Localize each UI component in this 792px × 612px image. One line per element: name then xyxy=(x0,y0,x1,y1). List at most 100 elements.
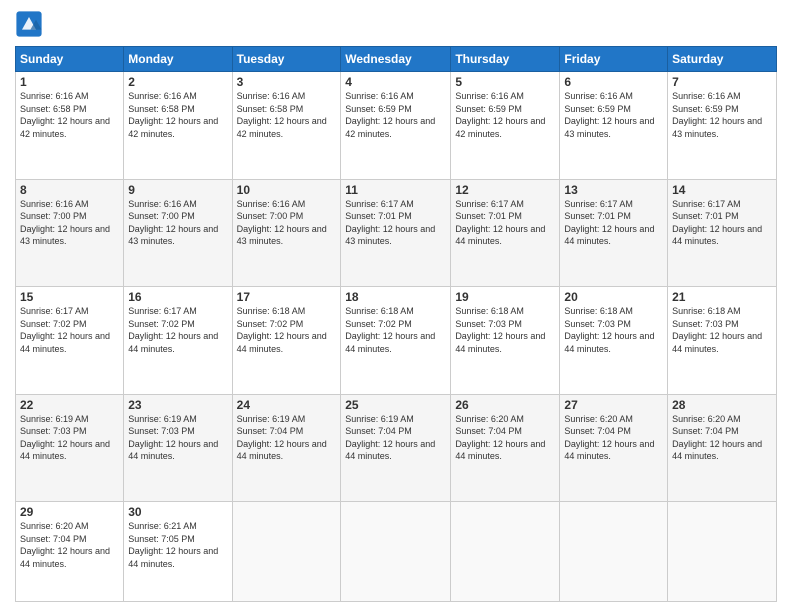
day-number: 25 xyxy=(345,398,446,412)
logo xyxy=(15,10,45,38)
day-number: 4 xyxy=(345,75,446,89)
day-info: Sunrise: 6:16 AMSunset: 6:58 PMDaylight:… xyxy=(128,91,218,139)
day-info: Sunrise: 6:20 AMSunset: 7:04 PMDaylight:… xyxy=(455,414,545,462)
day-cell: 20 Sunrise: 6:18 AMSunset: 7:03 PMDaylig… xyxy=(560,287,668,395)
day-info: Sunrise: 6:16 AMSunset: 7:00 PMDaylight:… xyxy=(237,199,327,247)
day-cell xyxy=(232,502,341,602)
day-info: Sunrise: 6:19 AMSunset: 7:04 PMDaylight:… xyxy=(345,414,435,462)
day-info: Sunrise: 6:17 AMSunset: 7:02 PMDaylight:… xyxy=(128,306,218,354)
day-cell: 29 Sunrise: 6:20 AMSunset: 7:04 PMDaylig… xyxy=(16,502,124,602)
day-cell: 25 Sunrise: 6:19 AMSunset: 7:04 PMDaylig… xyxy=(341,394,451,502)
day-number: 16 xyxy=(128,290,227,304)
day-number: 2 xyxy=(128,75,227,89)
header xyxy=(15,10,777,38)
day-number: 20 xyxy=(564,290,663,304)
header-sunday: Sunday xyxy=(16,47,124,72)
header-monday: Monday xyxy=(124,47,232,72)
day-cell: 22 Sunrise: 6:19 AMSunset: 7:03 PMDaylig… xyxy=(16,394,124,502)
day-cell: 8 Sunrise: 6:16 AMSunset: 7:00 PMDayligh… xyxy=(16,179,124,287)
day-cell: 27 Sunrise: 6:20 AMSunset: 7:04 PMDaylig… xyxy=(560,394,668,502)
day-cell: 28 Sunrise: 6:20 AMSunset: 7:04 PMDaylig… xyxy=(668,394,777,502)
day-number: 6 xyxy=(564,75,663,89)
day-info: Sunrise: 6:17 AMSunset: 7:02 PMDaylight:… xyxy=(20,306,110,354)
day-number: 21 xyxy=(672,290,772,304)
day-cell: 9 Sunrise: 6:16 AMSunset: 7:00 PMDayligh… xyxy=(124,179,232,287)
day-cell: 15 Sunrise: 6:17 AMSunset: 7:02 PMDaylig… xyxy=(16,287,124,395)
day-cell: 4 Sunrise: 6:16 AMSunset: 6:59 PMDayligh… xyxy=(341,72,451,180)
day-info: Sunrise: 6:16 AMSunset: 6:59 PMDaylight:… xyxy=(672,91,762,139)
day-cell: 14 Sunrise: 6:17 AMSunset: 7:01 PMDaylig… xyxy=(668,179,777,287)
day-info: Sunrise: 6:16 AMSunset: 6:59 PMDaylight:… xyxy=(455,91,545,139)
day-number: 17 xyxy=(237,290,337,304)
day-cell xyxy=(341,502,451,602)
week-row-5: 29 Sunrise: 6:20 AMSunset: 7:04 PMDaylig… xyxy=(16,502,777,602)
calendar-body: 1 Sunrise: 6:16 AMSunset: 6:58 PMDayligh… xyxy=(16,72,777,602)
day-info: Sunrise: 6:17 AMSunset: 7:01 PMDaylight:… xyxy=(455,199,545,247)
day-info: Sunrise: 6:20 AMSunset: 7:04 PMDaylight:… xyxy=(564,414,654,462)
day-cell: 23 Sunrise: 6:19 AMSunset: 7:03 PMDaylig… xyxy=(124,394,232,502)
day-number: 7 xyxy=(672,75,772,89)
day-info: Sunrise: 6:18 AMSunset: 7:03 PMDaylight:… xyxy=(672,306,762,354)
day-cell: 16 Sunrise: 6:17 AMSunset: 7:02 PMDaylig… xyxy=(124,287,232,395)
day-cell: 7 Sunrise: 6:16 AMSunset: 6:59 PMDayligh… xyxy=(668,72,777,180)
day-info: Sunrise: 6:17 AMSunset: 7:01 PMDaylight:… xyxy=(345,199,435,247)
day-cell: 19 Sunrise: 6:18 AMSunset: 7:03 PMDaylig… xyxy=(451,287,560,395)
calendar: SundayMondayTuesdayWednesdayThursdayFrid… xyxy=(15,46,777,602)
day-info: Sunrise: 6:18 AMSunset: 7:02 PMDaylight:… xyxy=(345,306,435,354)
header-friday: Friday xyxy=(560,47,668,72)
day-number: 23 xyxy=(128,398,227,412)
day-info: Sunrise: 6:18 AMSunset: 7:03 PMDaylight:… xyxy=(564,306,654,354)
day-info: Sunrise: 6:19 AMSunset: 7:03 PMDaylight:… xyxy=(128,414,218,462)
day-info: Sunrise: 6:19 AMSunset: 7:04 PMDaylight:… xyxy=(237,414,327,462)
day-cell xyxy=(560,502,668,602)
week-row-2: 8 Sunrise: 6:16 AMSunset: 7:00 PMDayligh… xyxy=(16,179,777,287)
day-cell: 21 Sunrise: 6:18 AMSunset: 7:03 PMDaylig… xyxy=(668,287,777,395)
day-info: Sunrise: 6:21 AMSunset: 7:05 PMDaylight:… xyxy=(128,521,218,569)
day-number: 10 xyxy=(237,183,337,197)
day-info: Sunrise: 6:18 AMSunset: 7:02 PMDaylight:… xyxy=(237,306,327,354)
day-cell: 13 Sunrise: 6:17 AMSunset: 7:01 PMDaylig… xyxy=(560,179,668,287)
day-cell: 26 Sunrise: 6:20 AMSunset: 7:04 PMDaylig… xyxy=(451,394,560,502)
day-number: 24 xyxy=(237,398,337,412)
day-number: 12 xyxy=(455,183,555,197)
week-row-4: 22 Sunrise: 6:19 AMSunset: 7:03 PMDaylig… xyxy=(16,394,777,502)
day-number: 13 xyxy=(564,183,663,197)
day-info: Sunrise: 6:17 AMSunset: 7:01 PMDaylight:… xyxy=(672,199,762,247)
day-info: Sunrise: 6:19 AMSunset: 7:03 PMDaylight:… xyxy=(20,414,110,462)
day-cell: 10 Sunrise: 6:16 AMSunset: 7:00 PMDaylig… xyxy=(232,179,341,287)
week-row-3: 15 Sunrise: 6:17 AMSunset: 7:02 PMDaylig… xyxy=(16,287,777,395)
day-cell: 24 Sunrise: 6:19 AMSunset: 7:04 PMDaylig… xyxy=(232,394,341,502)
day-number: 29 xyxy=(20,505,119,519)
day-info: Sunrise: 6:16 AMSunset: 7:00 PMDaylight:… xyxy=(128,199,218,247)
day-number: 11 xyxy=(345,183,446,197)
day-number: 28 xyxy=(672,398,772,412)
day-number: 3 xyxy=(237,75,337,89)
calendar-header-row: SundayMondayTuesdayWednesdayThursdayFrid… xyxy=(16,47,777,72)
day-info: Sunrise: 6:16 AMSunset: 6:59 PMDaylight:… xyxy=(564,91,654,139)
day-number: 14 xyxy=(672,183,772,197)
day-info: Sunrise: 6:16 AMSunset: 6:58 PMDaylight:… xyxy=(237,91,327,139)
day-cell: 12 Sunrise: 6:17 AMSunset: 7:01 PMDaylig… xyxy=(451,179,560,287)
day-cell xyxy=(451,502,560,602)
day-cell: 17 Sunrise: 6:18 AMSunset: 7:02 PMDaylig… xyxy=(232,287,341,395)
day-info: Sunrise: 6:16 AMSunset: 7:00 PMDaylight:… xyxy=(20,199,110,247)
day-number: 8 xyxy=(20,183,119,197)
day-cell: 6 Sunrise: 6:16 AMSunset: 6:59 PMDayligh… xyxy=(560,72,668,180)
day-number: 1 xyxy=(20,75,119,89)
day-number: 9 xyxy=(128,183,227,197)
header-tuesday: Tuesday xyxy=(232,47,341,72)
day-number: 27 xyxy=(564,398,663,412)
day-info: Sunrise: 6:16 AMSunset: 6:58 PMDaylight:… xyxy=(20,91,110,139)
day-number: 30 xyxy=(128,505,227,519)
day-cell: 18 Sunrise: 6:18 AMSunset: 7:02 PMDaylig… xyxy=(341,287,451,395)
day-info: Sunrise: 6:18 AMSunset: 7:03 PMDaylight:… xyxy=(455,306,545,354)
day-number: 5 xyxy=(455,75,555,89)
day-number: 26 xyxy=(455,398,555,412)
day-cell: 11 Sunrise: 6:17 AMSunset: 7:01 PMDaylig… xyxy=(341,179,451,287)
day-number: 18 xyxy=(345,290,446,304)
day-cell: 2 Sunrise: 6:16 AMSunset: 6:58 PMDayligh… xyxy=(124,72,232,180)
header-wednesday: Wednesday xyxy=(341,47,451,72)
day-number: 22 xyxy=(20,398,119,412)
day-cell: 3 Sunrise: 6:16 AMSunset: 6:58 PMDayligh… xyxy=(232,72,341,180)
day-info: Sunrise: 6:17 AMSunset: 7:01 PMDaylight:… xyxy=(564,199,654,247)
